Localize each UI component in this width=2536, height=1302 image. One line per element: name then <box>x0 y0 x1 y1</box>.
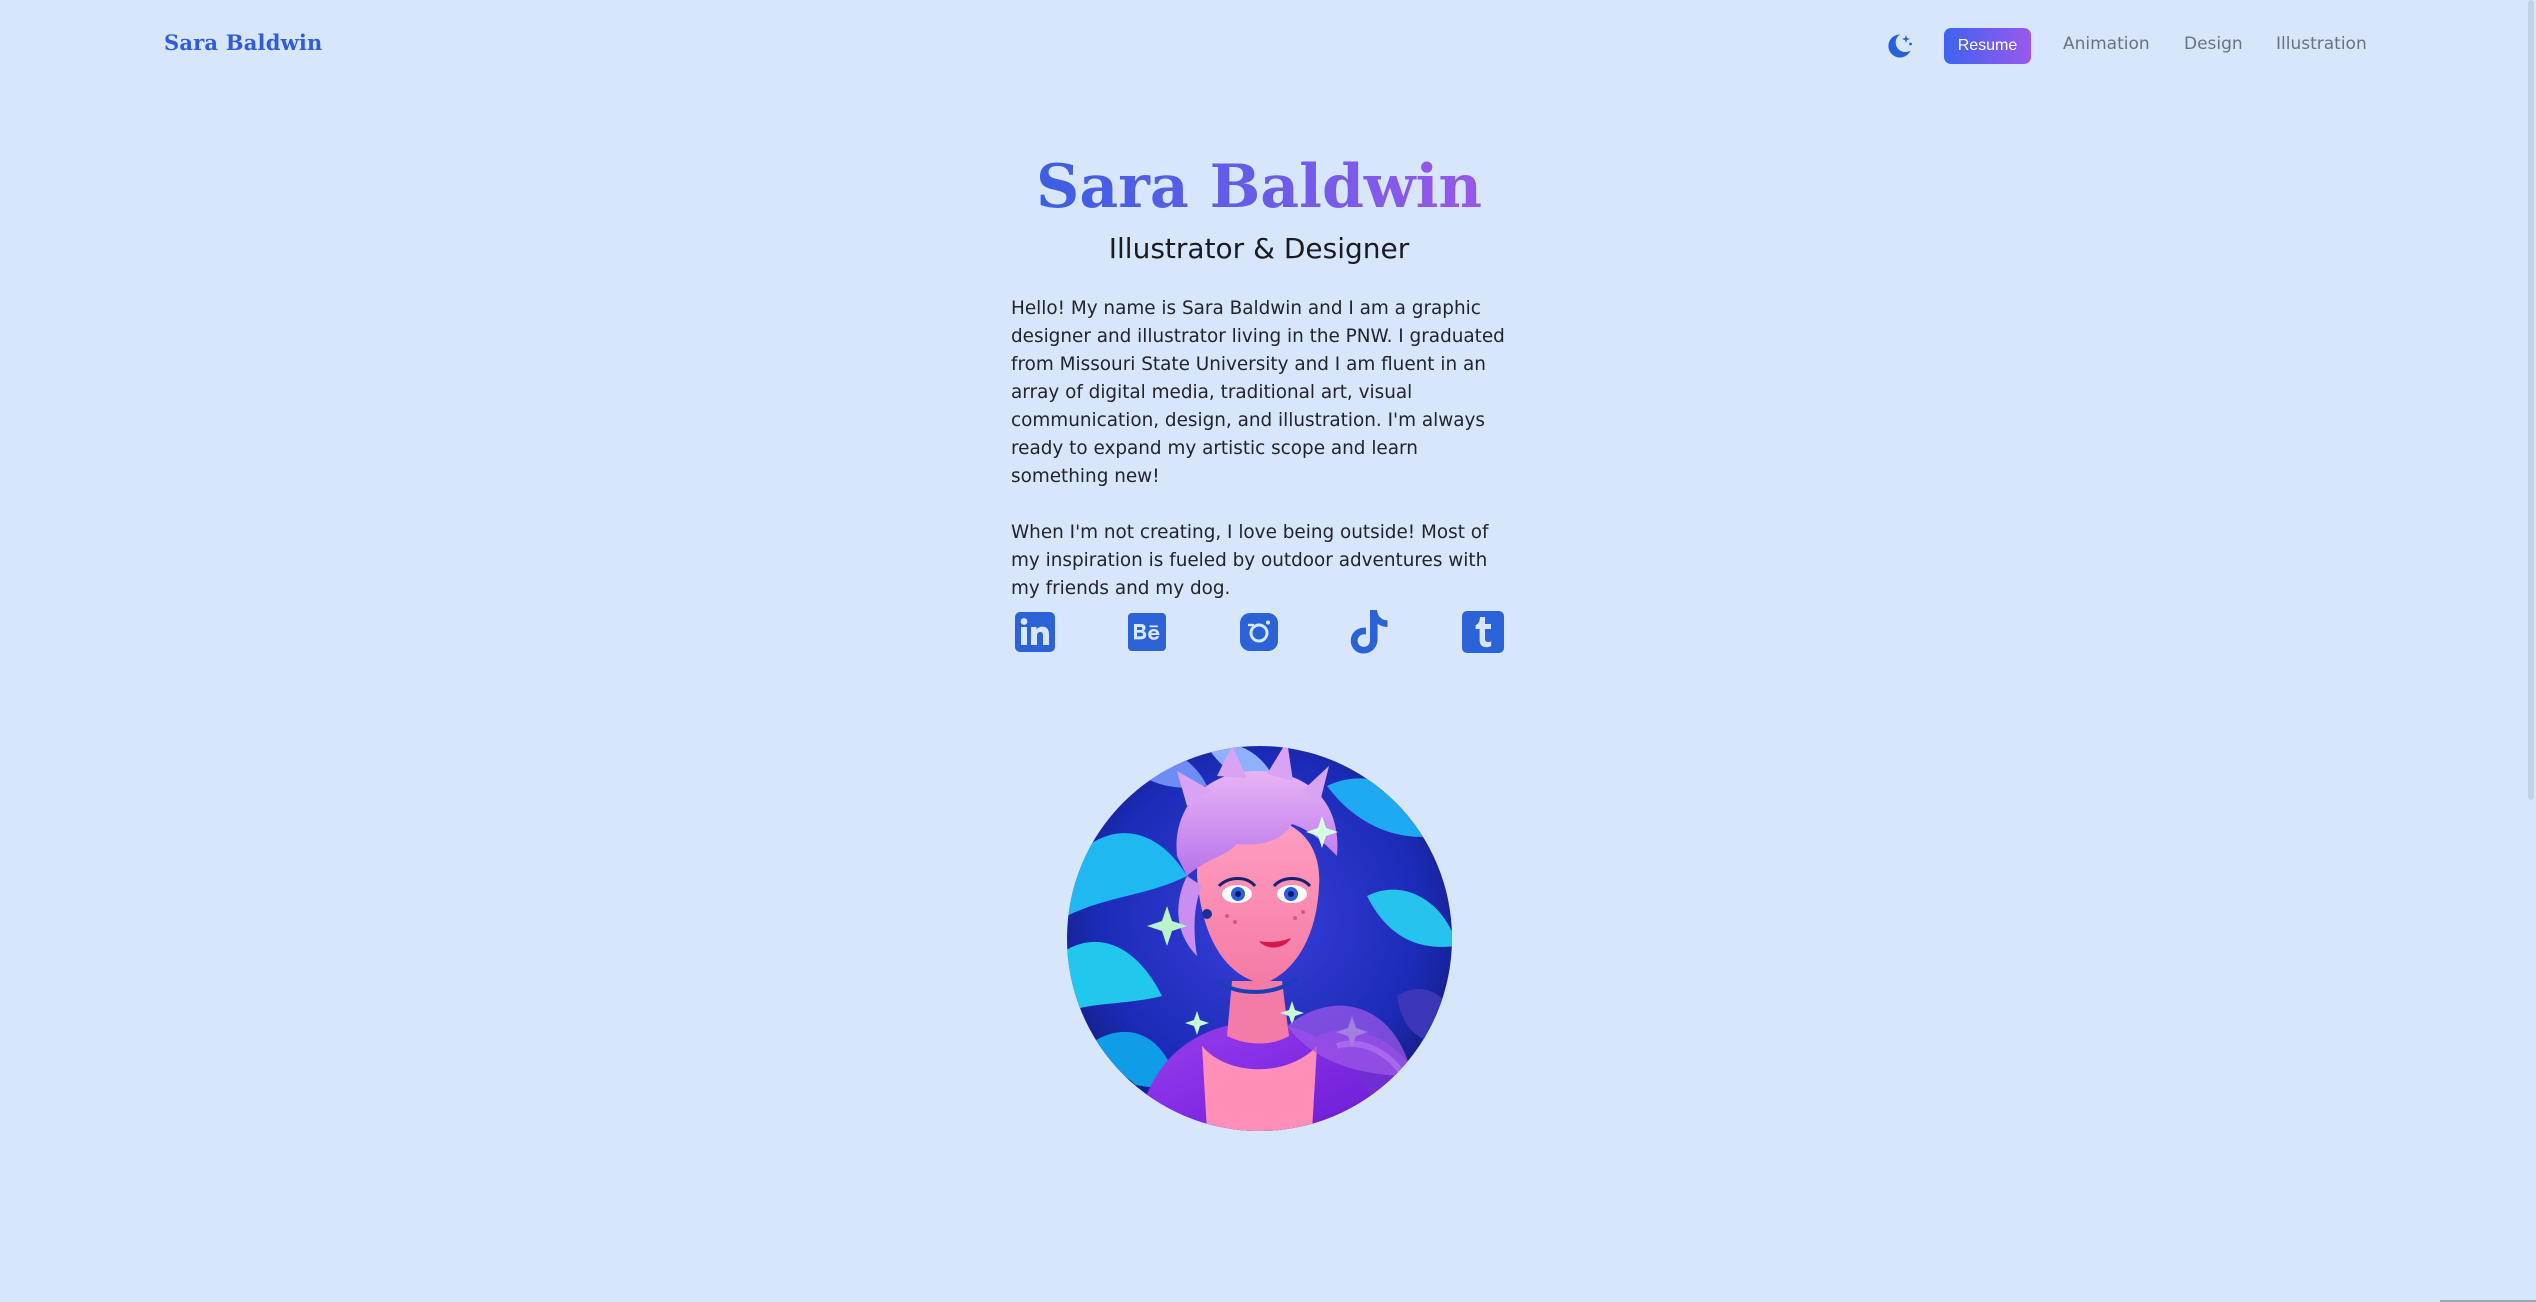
avatar <box>1067 746 1452 1131</box>
moon-stars-icon <box>1888 34 1912 58</box>
scrollbar-thumb[interactable] <box>2528 0 2534 800</box>
linkedin-icon <box>1015 612 1055 652</box>
tumblr-link[interactable] <box>1459 608 1507 656</box>
tiktok-icon <box>1350 610 1388 654</box>
nav-animation-link[interactable]: Animation <box>2063 34 2150 54</box>
page-subtitle: Illustrator & Designer <box>1108 232 1410 265</box>
brand-logo[interactable]: Sara Baldwin <box>164 30 323 55</box>
profile-illustration <box>1067 746 1452 1131</box>
tiktok-link[interactable] <box>1347 608 1395 656</box>
bio-paragraph-outdoors: When I'm not creating, I love being outs… <box>1011 522 1489 599</box>
bio-paragraph-intro: Hello! My name is Sara Baldwin and I am … <box>1011 298 1505 487</box>
page-title: Sara Baldwin <box>0 150 2518 224</box>
instagram-link[interactable] <box>1235 608 1283 656</box>
theme-toggle-button[interactable] <box>1884 31 1914 61</box>
resume-button[interactable]: Resume <box>1944 28 2031 64</box>
behance-icon <box>1128 613 1166 651</box>
tumblr-icon <box>1462 611 1504 653</box>
nav-design-link[interactable]: Design <box>2184 34 2243 54</box>
page-scrollbar[interactable] <box>2522 0 2536 1302</box>
behance-link[interactable] <box>1123 608 1171 656</box>
page-title-text: Sara Baldwin <box>1036 152 1482 222</box>
linkedin-link[interactable] <box>1011 608 1059 656</box>
instagram-icon <box>1240 613 1278 651</box>
nav-illustration-link[interactable]: Illustration <box>2276 34 2367 54</box>
bio: Hello! My name is Sara Baldwin and I am … <box>1011 295 1511 631</box>
